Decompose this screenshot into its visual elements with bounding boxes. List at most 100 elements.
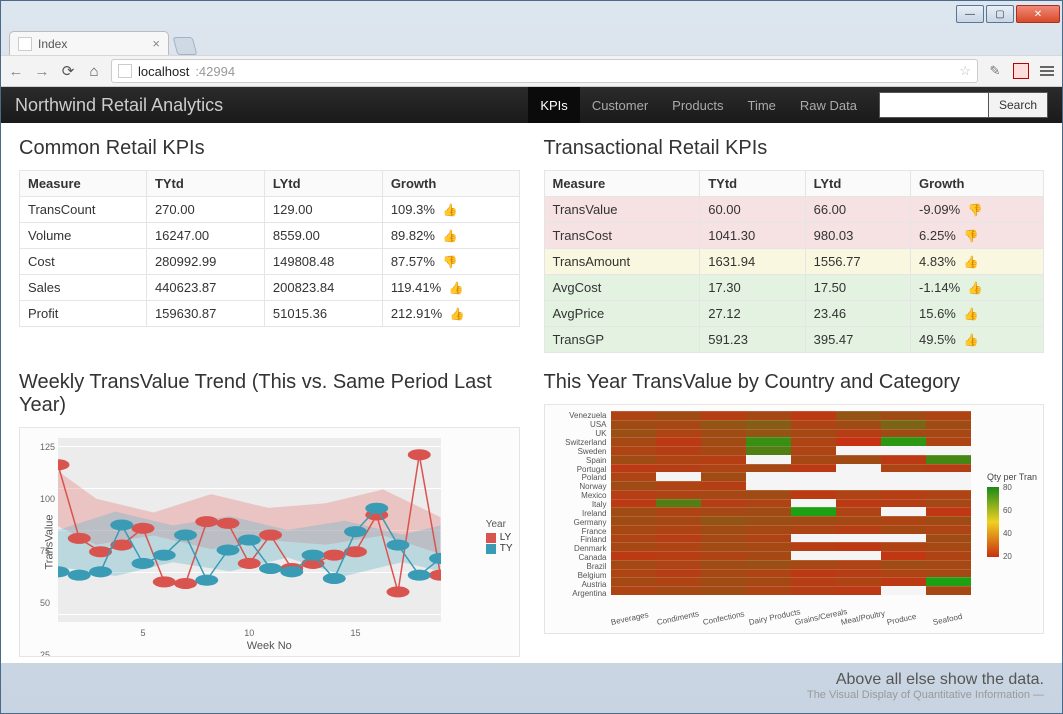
heatmap-cell [881, 516, 926, 525]
extension-icon[interactable] [1012, 62, 1030, 80]
bookmark-star-icon[interactable]: ☆ [959, 63, 971, 79]
weekly-transvalue-chart: TransValue Week No 51015 Year LYTY 25507… [19, 427, 520, 657]
heatmap-cell [746, 455, 791, 464]
legend-label: LY [500, 532, 512, 543]
heatmap-cell [656, 437, 701, 446]
thumbs-up-icon: 👍 [963, 255, 978, 269]
heatmap-cell [611, 525, 656, 534]
footer-line2: The Visual Display of Quantitative Infor… [19, 689, 1044, 701]
heatmap-cell [836, 481, 881, 490]
navbar-search-input[interactable] [879, 92, 989, 118]
home-icon[interactable]: ⌂ [85, 63, 103, 80]
url-port: :42994 [195, 64, 235, 79]
heatmap-cell [656, 516, 701, 525]
heatmap-cell [701, 490, 746, 499]
heatmap-cell [701, 420, 746, 429]
heatmap-cell [656, 534, 701, 543]
tab-close-icon[interactable]: × [152, 36, 160, 51]
heatmap-cell [701, 446, 746, 455]
heatmap-cell [746, 437, 791, 446]
heatmap-cell [881, 481, 926, 490]
heatmap-heading: This Year TransValue by Country and Cate… [544, 371, 1045, 394]
heatmap-cell [836, 446, 881, 455]
heatmap-xtick: Grains/Cereals [794, 607, 848, 627]
heatmap-cell [791, 420, 836, 429]
heatmap-cell [746, 586, 791, 595]
heatmap-ytick: Mexico [549, 491, 607, 500]
heatmap-ytick: Ireland [549, 509, 607, 518]
heatmap-ytick: Brazil [549, 562, 607, 571]
new-tab-button[interactable] [173, 37, 198, 55]
heatmap-legend: Qty per Tran 80604020 [987, 473, 1037, 561]
heatmap-cell [881, 464, 926, 473]
table-header: LYtd [805, 171, 910, 197]
thumbs-down-icon: 👎 [968, 203, 983, 217]
address-bar[interactable]: localhost:42994 ☆ [111, 59, 978, 83]
heatmap-cell [611, 446, 656, 455]
nav-link-products[interactable]: Products [660, 87, 735, 123]
thumbs-up-icon: 👍 [963, 333, 978, 347]
table-row: AvgCost17.3017.50-1.14% 👍 [544, 275, 1044, 301]
nav-link-raw-data[interactable]: Raw Data [788, 87, 869, 123]
heatmap-cell [836, 499, 881, 508]
heatmap-cell [656, 542, 701, 551]
wand-icon[interactable]: ✎ [986, 62, 1004, 80]
heatmap-ytick: USA [549, 420, 607, 429]
page-icon [118, 64, 132, 78]
window-maximize-button[interactable]: ▢ [986, 5, 1014, 23]
heatmap-cell [926, 481, 971, 490]
heatmap-cell [701, 542, 746, 551]
heatmap-cell [701, 411, 746, 420]
heatmap-cell [836, 551, 881, 560]
back-icon[interactable]: ← [7, 63, 25, 80]
heatmap-cell [746, 507, 791, 516]
heatmap-cell [656, 507, 701, 516]
chart-ylabel: TransValue [44, 514, 56, 569]
heatmap-cell [836, 586, 881, 595]
table-row: AvgPrice27.1223.4615.6% 👍 [544, 301, 1044, 327]
heatmap-cell [926, 446, 971, 455]
browser-tab[interactable]: Index × [9, 31, 169, 55]
heatmap-cell [701, 464, 746, 473]
nav-link-customer[interactable]: Customer [580, 87, 660, 123]
weekly-chart-heading: Weekly TransValue Trend (This vs. Same P… [19, 371, 520, 417]
heatmap-cell [791, 429, 836, 438]
heatmap-cell [611, 551, 656, 560]
nav-link-kpis[interactable]: KPIs [528, 87, 579, 123]
heatmap-cell [656, 472, 701, 481]
heatmap-cell [791, 525, 836, 534]
heatmap-cell [926, 455, 971, 464]
thumbs-up-icon: 👍 [968, 281, 983, 295]
heatmap-cell [836, 420, 881, 429]
heatmap-cell [926, 516, 971, 525]
nav-link-time[interactable]: Time [735, 87, 787, 123]
heatmap-cell [611, 542, 656, 551]
chart-ytick: 125 [40, 442, 55, 452]
reload-icon[interactable]: ⟳ [59, 62, 77, 80]
heatmap-cell [656, 481, 701, 490]
common-kpi-table: MeasureTYtdLYtdGrowth TransCount270.0012… [19, 170, 520, 327]
table-row: TransAmount1631.941556.774.83% 👍 [544, 249, 1044, 275]
heatmap-cell [926, 499, 971, 508]
heatmap-cell [701, 455, 746, 464]
heatmap-cell [881, 577, 926, 586]
chrome-menu-icon[interactable] [1038, 62, 1056, 80]
heatmap-cell [656, 569, 701, 578]
heatmap-cell [836, 455, 881, 464]
heatmap-cell [611, 577, 656, 586]
window-minimize-button[interactable]: — [956, 5, 984, 23]
heatmap-cell [656, 429, 701, 438]
heatmap-cell [656, 464, 701, 473]
table-row: Cost280992.99149808.4887.57% 👎 [20, 249, 520, 275]
heatmap-xtick: Seafood [932, 612, 963, 627]
heatmap-ytick: Italy [549, 500, 607, 509]
chart-xtick: 10 [244, 628, 254, 638]
window-close-button[interactable]: ✕ [1016, 5, 1060, 23]
heatmap-ytick: Austria [549, 580, 607, 589]
heatmap-ytick: France [549, 527, 607, 536]
forward-icon[interactable]: → [33, 63, 51, 80]
heatmap-cell [746, 516, 791, 525]
heatmap-ytick: Germany [549, 518, 607, 527]
navbar-search-button[interactable]: Search [989, 92, 1048, 118]
heatmap-cell [611, 490, 656, 499]
